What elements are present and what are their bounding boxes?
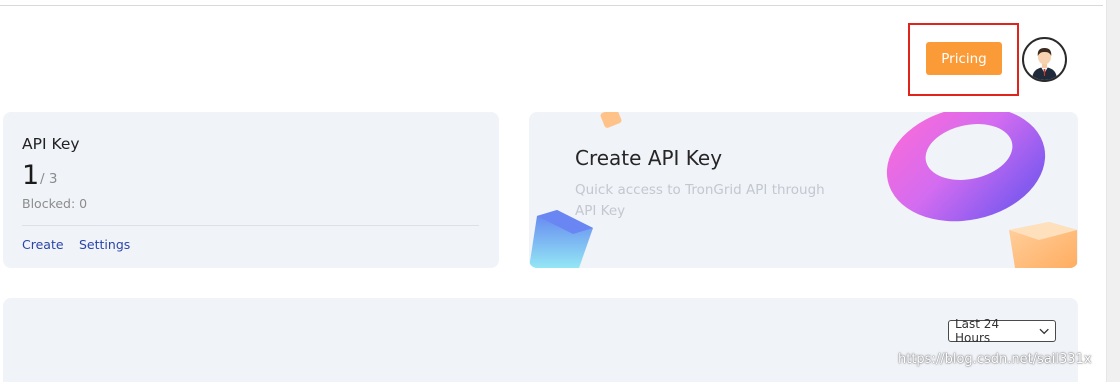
api-key-card: API Key 1 / 3 Blocked: 0 Create Settings (3, 112, 499, 268)
top-border (0, 5, 1103, 6)
create-link[interactable]: Create (22, 237, 64, 252)
avatar[interactable] (1022, 37, 1067, 82)
watermark: https://blog.csdn.net/sail331x (898, 352, 1092, 367)
time-range-select[interactable]: Last 24 Hours (948, 317, 1056, 345)
create-api-key-title: Create API Key (575, 146, 723, 170)
create-api-key-card[interactable]: Create API Key Quick access to TronGrid … (529, 112, 1078, 268)
scrollbar[interactable] (1106, 0, 1120, 382)
settings-link[interactable]: Settings (79, 237, 130, 252)
time-range-label: Last 24 Hours (955, 317, 1000, 345)
api-key-used-count: 1 (22, 160, 40, 191)
create-api-key-description: Quick access to TronGrid API through API… (575, 182, 825, 219)
user-avatar-icon (1032, 48, 1057, 80)
api-key-limit: / 3 (40, 171, 58, 187)
api-key-title: API Key (22, 135, 80, 153)
pricing-button[interactable]: Pricing (926, 42, 1002, 75)
stats-panel: Last 24 Hours (3, 298, 1078, 382)
api-key-blocked: Blocked: 0 (22, 196, 88, 211)
divider (22, 225, 479, 226)
chevron-down-icon (1039, 328, 1049, 334)
